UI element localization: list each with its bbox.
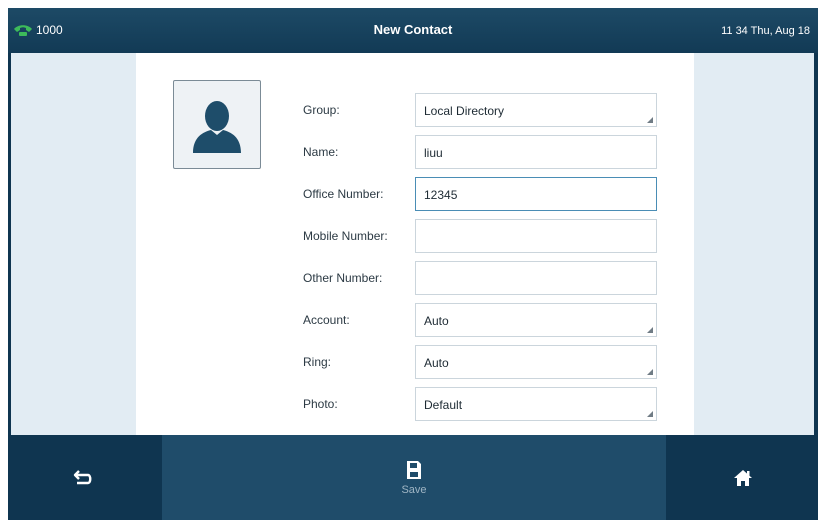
line-status[interactable]: 1000 xyxy=(12,23,63,37)
person-silhouette-icon xyxy=(193,100,241,153)
date-time: 11 34 Thu, Aug 18 xyxy=(721,25,810,37)
ring-label: Ring: xyxy=(303,355,332,369)
ring-row: Ring: Auto xyxy=(303,345,658,379)
ring-select[interactable]: Auto xyxy=(415,345,657,379)
office-number-row: Office Number: 12345 xyxy=(303,177,658,211)
photo-label: Photo: xyxy=(303,397,338,411)
dropdown-corner-icon xyxy=(647,327,653,333)
save-label: Save xyxy=(401,483,427,496)
dropdown-corner-icon xyxy=(647,117,653,123)
group-label: Group: xyxy=(303,103,340,117)
name-label: Name: xyxy=(303,145,339,159)
other-number-label: Other Number: xyxy=(303,271,383,285)
contact-photo[interactable] xyxy=(173,80,261,169)
mobile-number-row: Mobile Number: xyxy=(303,219,658,253)
office-number-label: Office Number: xyxy=(303,187,384,201)
mobile-number-label: Mobile Number: xyxy=(303,229,388,243)
name-input[interactable]: liuu xyxy=(415,135,657,169)
photo-value: Default xyxy=(424,398,463,412)
back-button[interactable] xyxy=(8,435,158,520)
softkey-bar: Save xyxy=(8,435,818,520)
home-icon xyxy=(734,469,752,486)
photo-select[interactable]: Default xyxy=(415,387,657,421)
group-select[interactable]: Local Directory xyxy=(415,93,657,127)
line-number: 1000 xyxy=(36,23,63,37)
account-select[interactable]: Auto xyxy=(415,303,657,337)
photo-row: Photo: Default xyxy=(303,387,658,421)
dropdown-corner-icon xyxy=(647,411,653,417)
group-row: Group: Local Directory xyxy=(303,93,658,127)
account-row: Account: Auto xyxy=(303,303,658,337)
save-button[interactable]: Save xyxy=(162,435,666,520)
save-disk-icon xyxy=(407,460,421,479)
group-value: Local Directory xyxy=(424,104,505,118)
name-row: Name: liuu xyxy=(303,135,658,169)
contact-form-panel: Group: Local Directory Name: liuu Office… xyxy=(136,53,694,435)
back-arrow-icon xyxy=(73,469,92,484)
dropdown-corner-icon xyxy=(647,369,653,375)
office-number-value: 12345 xyxy=(424,188,458,202)
account-label: Account: xyxy=(303,313,350,327)
phone-handset-icon xyxy=(12,23,34,37)
account-value: Auto xyxy=(424,314,449,328)
office-number-input[interactable]: 12345 xyxy=(415,177,657,211)
mobile-number-input[interactable] xyxy=(415,219,657,253)
home-button[interactable] xyxy=(668,435,818,520)
phone-screen: 1000 New Contact 11 34 Thu, Aug 18 Group… xyxy=(8,8,818,520)
status-bar: 1000 New Contact 11 34 Thu, Aug 18 xyxy=(8,8,818,53)
content-area: Group: Local Directory Name: liuu Office… xyxy=(11,53,814,435)
other-number-input[interactable] xyxy=(415,261,657,295)
other-number-row: Other Number: xyxy=(303,261,658,295)
name-value: liuu xyxy=(424,146,443,160)
ring-value: Auto xyxy=(424,356,449,370)
page-title: New Contact xyxy=(373,22,453,37)
